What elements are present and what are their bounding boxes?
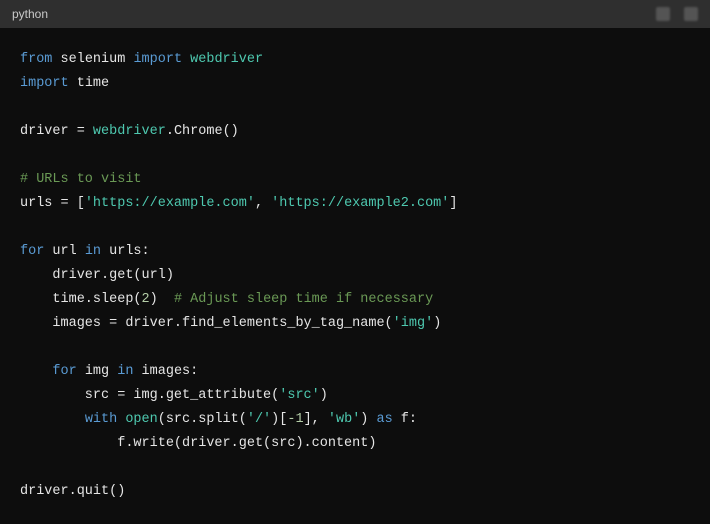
call-sleep-pre: time.sleep( bbox=[20, 292, 142, 307]
str-slash: '/' bbox=[247, 412, 271, 427]
fn-chrome: Chrome bbox=[174, 124, 223, 139]
comment-urls: # URLs to visit bbox=[20, 172, 142, 187]
num-2: 2 bbox=[142, 292, 150, 307]
var-img: img bbox=[77, 364, 118, 379]
language-label: python bbox=[12, 7, 48, 21]
copy-icon[interactable] bbox=[656, 7, 670, 21]
var-f: f: bbox=[393, 412, 417, 427]
call-quit: driver.quit() bbox=[20, 484, 125, 499]
str-url2: 'https://example2.com' bbox=[271, 196, 449, 211]
close-bracket: ] bbox=[449, 196, 457, 211]
open-p1: (src.split( bbox=[158, 412, 247, 427]
str-img: 'img' bbox=[393, 316, 434, 331]
header-actions bbox=[656, 7, 698, 21]
var-urls2: urls: bbox=[101, 244, 150, 259]
open-p3: ], bbox=[304, 412, 328, 427]
comma: , bbox=[255, 196, 271, 211]
indent2 bbox=[20, 364, 52, 379]
indent3 bbox=[20, 412, 85, 427]
comment-sleep: # Adjust sleep time if necessary bbox=[174, 292, 433, 307]
str-url1: 'https://example.com' bbox=[85, 196, 255, 211]
call-getattr-pre: src = img.get_attribute( bbox=[20, 388, 279, 403]
kw-for2: for bbox=[52, 364, 76, 379]
kw-in2: in bbox=[117, 364, 133, 379]
kw-from: from bbox=[20, 52, 52, 67]
num-neg1: -1 bbox=[287, 412, 303, 427]
str-src: 'src' bbox=[279, 388, 320, 403]
call-get: driver.get(url) bbox=[20, 268, 174, 283]
builtin-open: open bbox=[125, 412, 157, 427]
call-find-pre: images = driver.find_elements_by_tag_nam… bbox=[20, 316, 393, 331]
dot: . bbox=[166, 124, 174, 139]
kw-for: for bbox=[20, 244, 44, 259]
cls-webdriver: webdriver bbox=[190, 52, 263, 67]
call-write: f.write(driver.get(src).content) bbox=[20, 436, 376, 451]
op-eq: = bbox=[69, 124, 93, 139]
code-header: python bbox=[0, 0, 710, 28]
var-driver: driver bbox=[20, 124, 69, 139]
code-block: from selenium import webdriver import ti… bbox=[0, 28, 710, 524]
call-sleep-post: ) bbox=[150, 292, 174, 307]
cls-webdriver2: webdriver bbox=[93, 124, 166, 139]
var-urls: urls bbox=[20, 196, 52, 211]
kw-as: as bbox=[377, 412, 393, 427]
kw-with: with bbox=[85, 412, 117, 427]
mod-time: time bbox=[77, 76, 109, 91]
mod-selenium: selenium bbox=[61, 52, 126, 67]
op-eq-bracket: = [ bbox=[52, 196, 84, 211]
kw-import2: import bbox=[20, 76, 69, 91]
var-images: images: bbox=[133, 364, 198, 379]
call-find-post: ) bbox=[433, 316, 441, 331]
call-getattr-post: ) bbox=[320, 388, 328, 403]
kw-import: import bbox=[133, 52, 182, 67]
var-url: url bbox=[44, 244, 85, 259]
open-p2: )[ bbox=[271, 412, 287, 427]
str-wb: 'wb' bbox=[328, 412, 360, 427]
parens: () bbox=[223, 124, 239, 139]
edit-icon[interactable] bbox=[684, 7, 698, 21]
open-p4: ) bbox=[360, 412, 376, 427]
kw-in: in bbox=[85, 244, 101, 259]
